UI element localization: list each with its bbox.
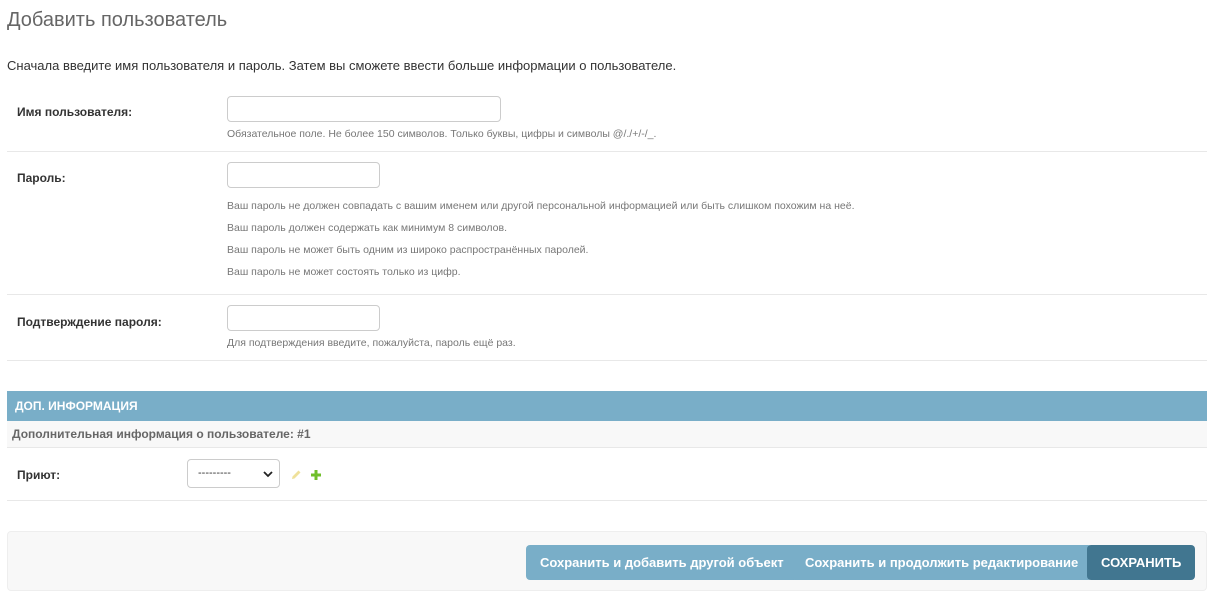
password-row: Пароль: Ваш пароль не должен совпадать с…	[7, 152, 1207, 295]
password-confirm-input[interactable]	[227, 305, 380, 331]
password-help-1: Ваш пароль не должен совпадать с вашим и…	[227, 200, 855, 212]
username-label: Имя пользователя:	[17, 105, 133, 119]
page-title: Добавить пользователь	[7, 9, 228, 31]
shelter-select[interactable]: ---------	[187, 459, 280, 488]
username-help: Обязательное поле. Не более 150 символов…	[227, 128, 657, 140]
password-input[interactable]	[227, 162, 380, 188]
username-input[interactable]	[227, 96, 501, 122]
plus-icon[interactable]	[310, 468, 322, 486]
password-confirm-label: Подтверждение пароля:	[17, 315, 162, 329]
password-confirm-row: Подтверждение пароля: Для подтверждения …	[7, 295, 1207, 361]
submit-row: Сохранить и добавить другой объект Сохра…	[7, 531, 1207, 591]
save-continue-button[interactable]: Сохранить и продолжить редактирование	[791, 545, 1093, 580]
password-help-3: Ваш пароль не может быть одним из широко…	[227, 244, 589, 256]
chevron-down-icon	[263, 469, 273, 481]
shelter-label: Приют:	[17, 468, 61, 482]
password-help-4: Ваш пароль не может состоять только из ц…	[227, 266, 461, 278]
password-confirm-help: Для подтверждения введите, пожалуйста, п…	[227, 337, 516, 349]
pencil-icon[interactable]	[290, 468, 302, 486]
save-button[interactable]: Сохранить	[1087, 545, 1196, 580]
inline-item-title: Дополнительная информация о пользователе…	[7, 421, 1207, 448]
save-add-another-button[interactable]: Сохранить и добавить другой объект	[526, 545, 798, 580]
intro-text: Сначала введите имя пользователя и парол…	[7, 58, 677, 73]
inline-module-header: Доп. информация	[7, 391, 1207, 421]
password-help-2: Ваш пароль должен содержать как минимум …	[227, 222, 507, 234]
password-label: Пароль:	[17, 171, 66, 185]
shelter-select-value: ---------	[198, 467, 231, 479]
username-row: Имя пользователя: Обязательное поле. Не …	[7, 86, 1207, 152]
